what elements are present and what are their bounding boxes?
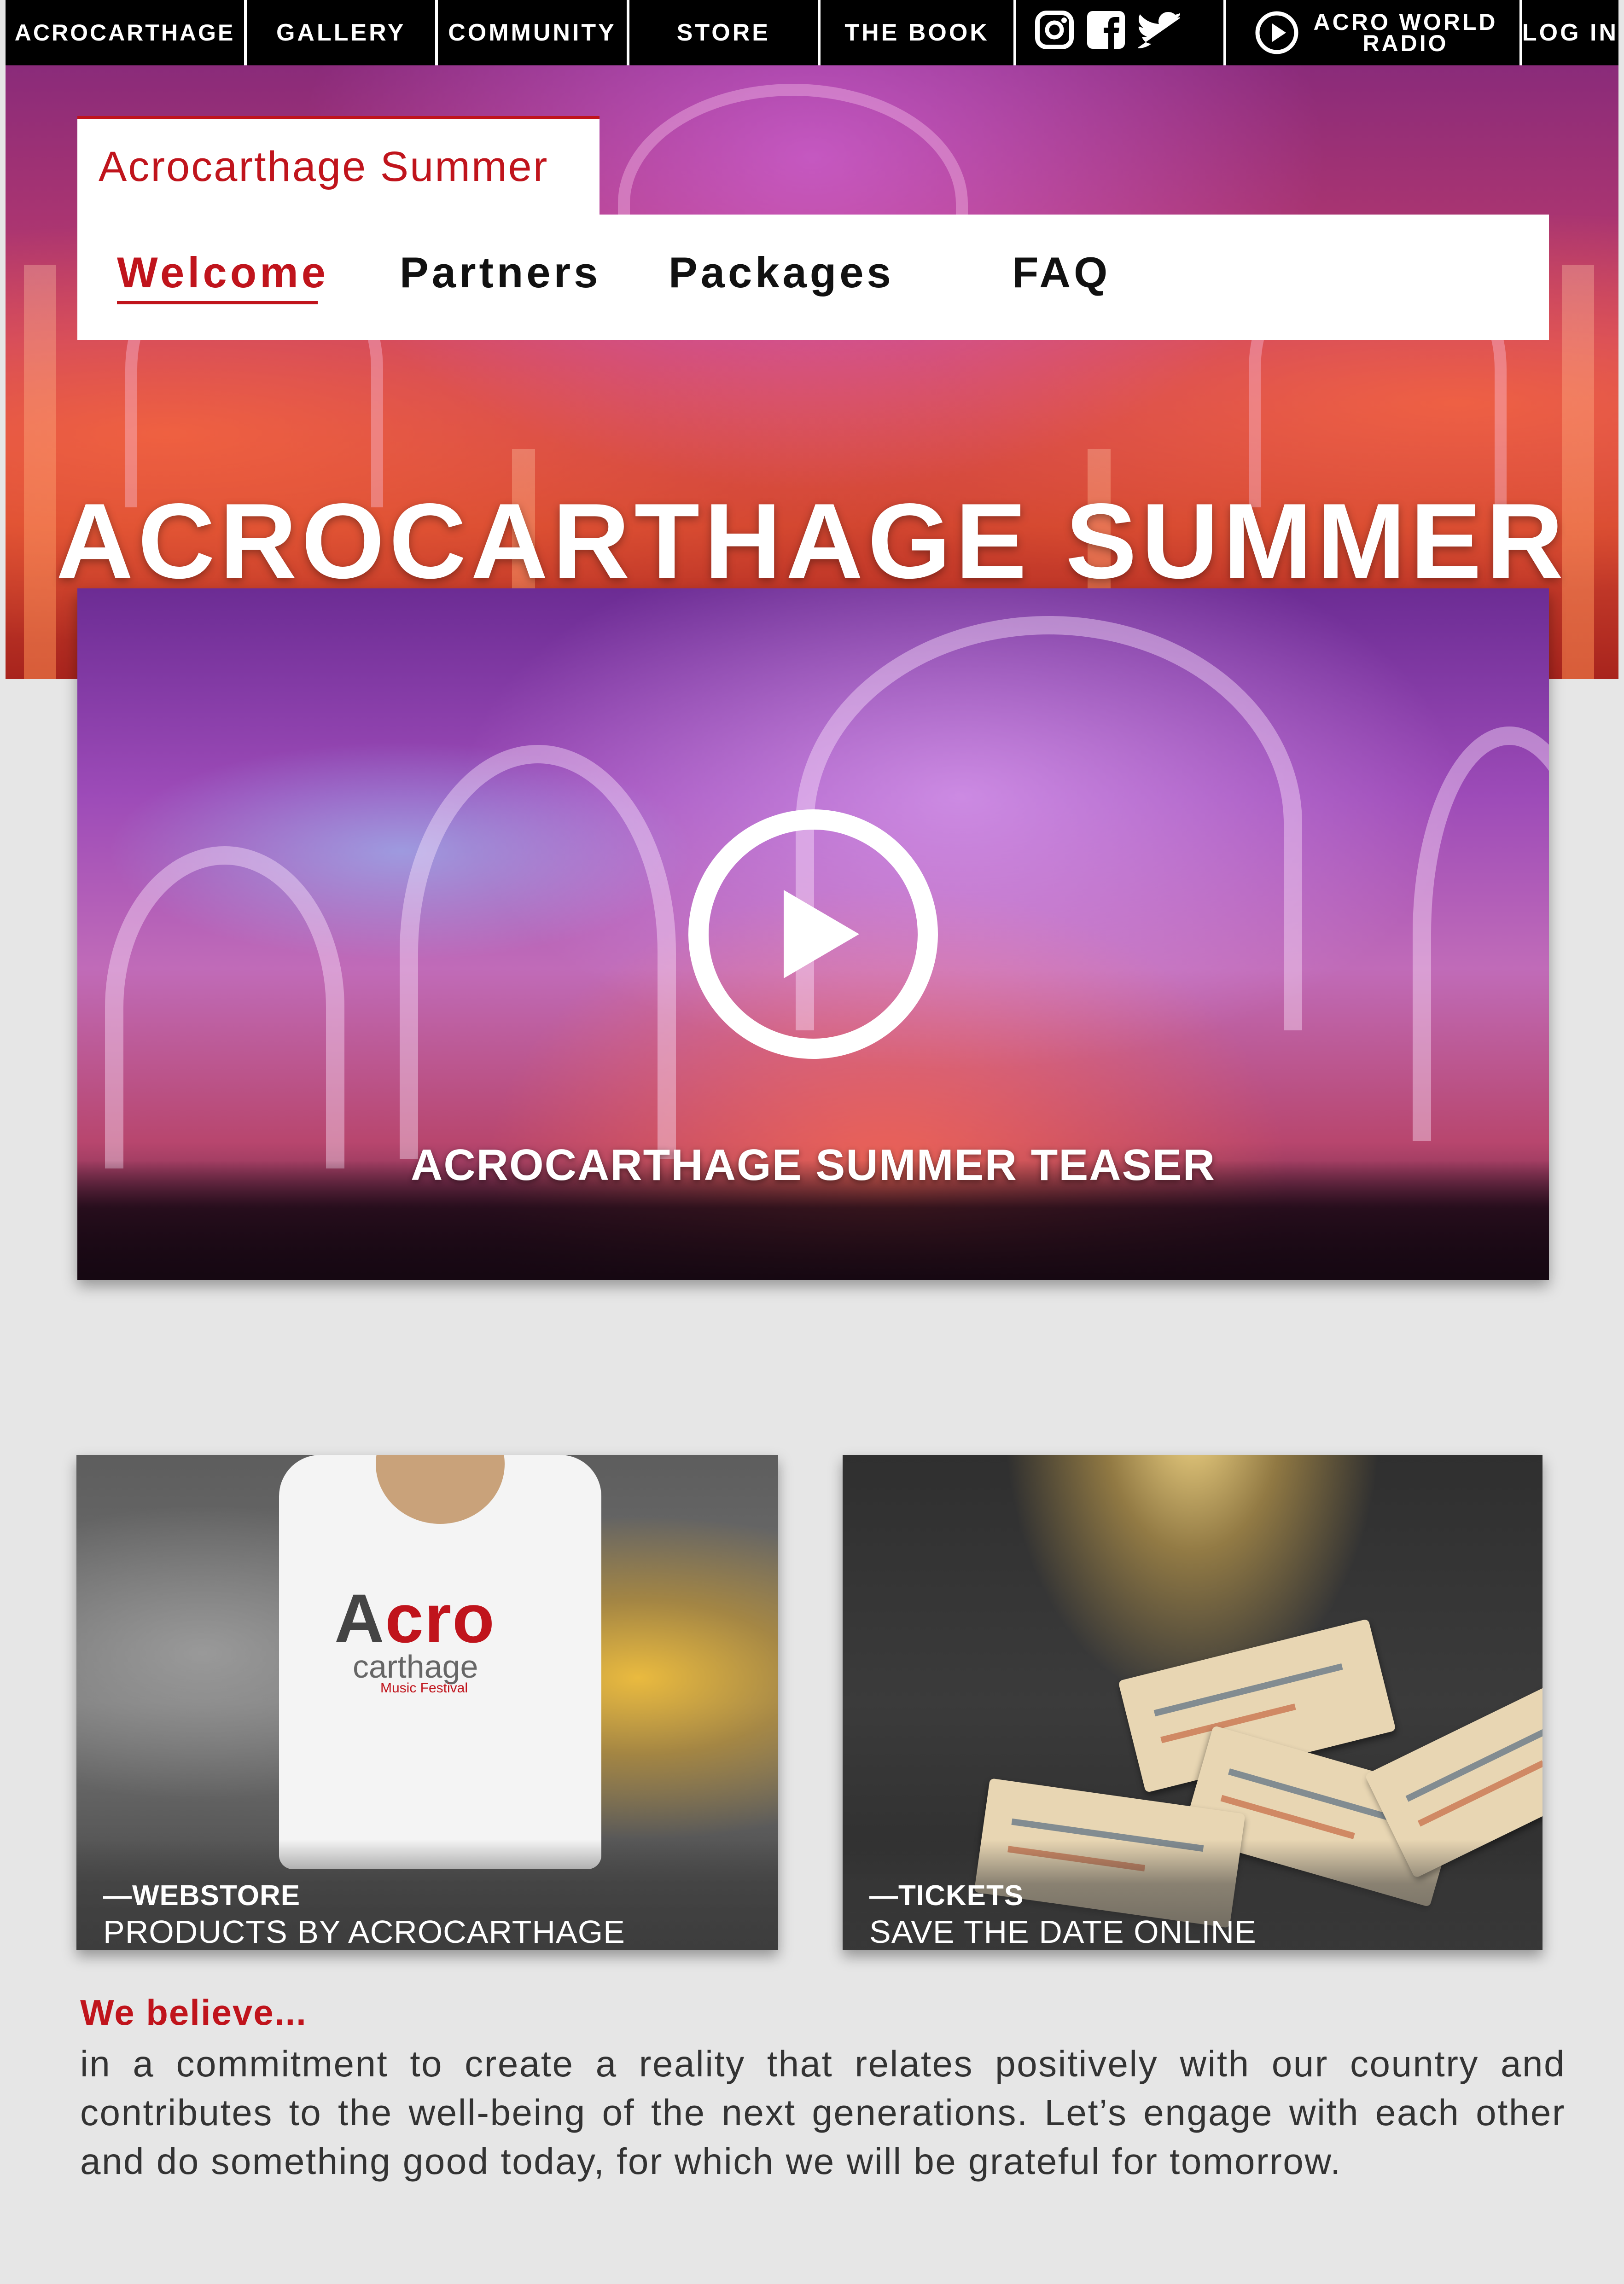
play-button[interactable] (688, 809, 938, 1059)
webstore-kicker: —WEBSTORE (103, 1880, 301, 1912)
tickets-kicker: —TICKETS (869, 1880, 1024, 1912)
instagram-icon[interactable] (1035, 10, 1074, 56)
tickets-card[interactable]: —TICKETS SAVE THE DATE ONLINE (843, 1455, 1543, 1950)
nav-store-link[interactable]: STORE (629, 0, 821, 65)
section-tab: Acrocarthage Summer (77, 116, 600, 215)
video-caption: ACROCARTHAGE SUMMER TEASER (410, 1140, 1216, 1190)
believe-paragraph: in a commitment to create a reality that… (80, 2043, 1566, 2182)
nav-book-link[interactable]: THE BOOK (821, 0, 1017, 65)
sub-navigation: Welcome Partners Packages FAQ (77, 215, 1549, 340)
hero-pillar-decoration (1562, 265, 1594, 679)
play-icon (784, 890, 859, 978)
radio-label-line2: RADIO (1362, 30, 1449, 56)
active-tab-underline (117, 301, 318, 304)
tickets-subtitle: SAVE THE DATE ONLINE (869, 1914, 1257, 1950)
subnav-partners[interactable]: Partners (400, 248, 601, 297)
logo-cro: cro (385, 1580, 495, 1657)
login-link[interactable]: LOG IN (1522, 0, 1618, 65)
believe-heading: We believe... (80, 1992, 307, 2033)
hero-pillar-decoration (24, 265, 56, 679)
logo-carthage: carthage (353, 1649, 478, 1685)
radio-link[interactable]: ACRO WORLD RADIO (1226, 0, 1522, 65)
logo-letter-a: A (334, 1580, 385, 1657)
webstore-subtitle: PRODUCTS BY ACROCARTHAGE (103, 1914, 625, 1950)
video-arch-decoration (400, 745, 676, 1159)
nav-gallery-link[interactable]: GALLERY (247, 0, 438, 65)
teaser-video[interactable]: ACROCARTHAGE SUMMER TEASER (77, 588, 1549, 1280)
play-circle-icon (1255, 11, 1298, 54)
nav-home-link[interactable]: ACROCARTHAGE (6, 0, 247, 65)
nav-community-link[interactable]: COMMUNITY (438, 0, 629, 65)
subnav-welcome[interactable]: Welcome (117, 248, 329, 297)
hero-title: ACROCARTHAGE SUMMER (56, 482, 1568, 601)
video-arch-decoration (105, 846, 344, 1168)
logo-festival: Music Festival (380, 1680, 468, 1696)
model-hair (376, 1455, 505, 1524)
tickets-caption: —TICKETS SAVE THE DATE ONLINE (843, 1840, 1543, 1950)
subnav-faq[interactable]: FAQ (1012, 248, 1111, 297)
tshirt-image: Acro carthage Music Festival (279, 1455, 601, 1869)
facebook-icon[interactable] (1086, 10, 1126, 56)
acrocarthage-logo: Acro carthage Music Festival (334, 1584, 546, 1703)
subnav-packages[interactable]: Packages (669, 248, 894, 297)
webstore-caption: —WEBSTORE PRODUCTS BY ACROCARTHAGE (76, 1840, 778, 1950)
radio-label-line1: ACRO WORLD (1313, 9, 1498, 35)
video-arch-decoration (1413, 726, 1549, 1141)
social-links (1016, 0, 1226, 65)
top-navigation: ACROCARTHAGE GALLERY COMMUNITY STORE THE… (6, 0, 1618, 65)
radio-label: ACRO WORLD RADIO (1313, 9, 1498, 56)
webstore-card[interactable]: Acro carthage Music Festival —WEBSTORE P… (76, 1455, 778, 1950)
twitter-icon[interactable] (1137, 12, 1183, 54)
